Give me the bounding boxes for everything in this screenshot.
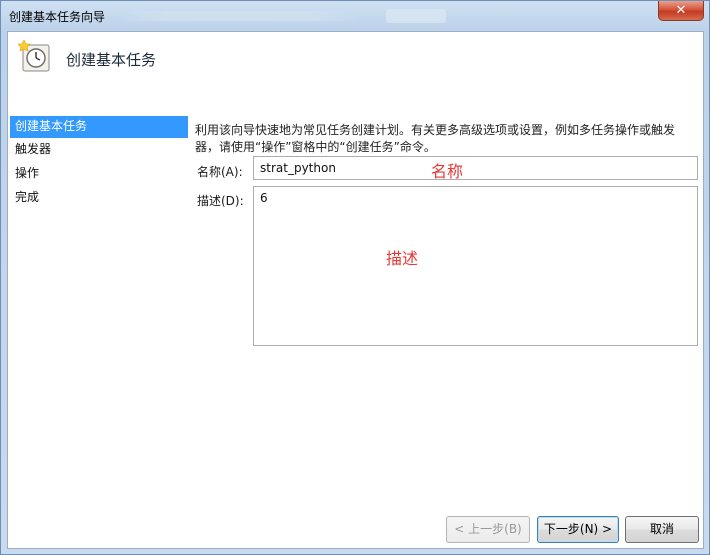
description-label: 描述(D): <box>197 194 244 208</box>
nav-item-finish[interactable]: 完成 <box>10 187 188 209</box>
cancel-button[interactable]: 取消 <box>625 516 699 543</box>
intro-text: 利用该向导快速地为常见任务创建计划。有关更多高级选项或设置，例如多任务操作或触发… <box>195 123 676 154</box>
scheduled-task-clock-icon <box>18 39 50 72</box>
wizard-header: 创建基本任务 <box>8 32 703 94</box>
wizard-step-nav: 创建基本任务 触发器 操作 完成 <box>8 116 188 466</box>
annotation-description: 描述 <box>386 249 419 268</box>
name-label: 名称(A): <box>197 165 243 179</box>
next-button[interactable]: 下一步(N) > <box>537 516 619 543</box>
title-bar[interactable]: 创建基本任务向导 ✕ <box>1 1 709 31</box>
wizard-window: 创建基本任务向导 ✕ 创建基本任务 创建基本任务 触发器 操作 完成 利用该向导… <box>0 0 710 555</box>
back-button[interactable]: < 上一步(B) <box>446 516 530 543</box>
description-textarea[interactable]: 6 <box>253 186 698 346</box>
close-button[interactable]: ✕ <box>658 1 704 21</box>
title-bar-blur <box>119 11 359 21</box>
wizard-button-bar: < 上一步(B) 下一步(N) > 取消 <box>8 502 703 548</box>
annotation-name: 名称 <box>431 162 464 181</box>
nav-item-create-basic-task[interactable]: 创建基本任务 <box>10 116 188 138</box>
nav-item-trigger[interactable]: 触发器 <box>10 139 188 161</box>
name-input[interactable]: strat_python <box>253 156 698 180</box>
close-icon: ✕ <box>675 3 687 18</box>
window-title: 创建基本任务向导 <box>9 10 106 24</box>
page-title: 创建基本任务 <box>66 51 157 69</box>
nav-item-action[interactable]: 操作 <box>10 163 188 185</box>
title-bar-blur <box>386 9 446 23</box>
wizard-client-area: 创建基本任务 创建基本任务 触发器 操作 完成 利用该向导快速地为常见任务创建计… <box>7 31 704 549</box>
